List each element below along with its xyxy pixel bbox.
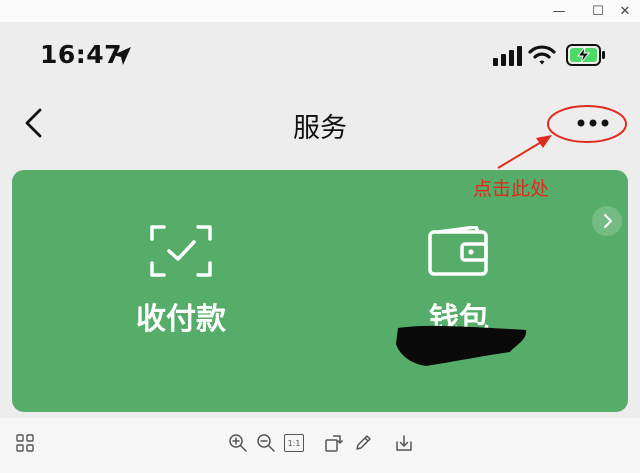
more-options-icon[interactable] bbox=[576, 118, 610, 128]
redaction-scribble bbox=[396, 325, 527, 366]
battery-charging-icon bbox=[566, 44, 605, 66]
edit-icon[interactable] bbox=[353, 433, 373, 453]
window-title-bar: — ☐ ✕ bbox=[0, 0, 640, 22]
phone-screenshot: 16:47 服务 收付款 钱包 点击此处 bbox=[0, 22, 640, 418]
pay-receive-label[interactable]: 收付款 bbox=[106, 294, 256, 338]
download-icon[interactable] bbox=[394, 433, 414, 453]
actual-size-label: 1:1 bbox=[287, 438, 301, 448]
actual-size-icon[interactable]: 1:1 bbox=[284, 434, 304, 452]
rotate-icon[interactable] bbox=[324, 433, 344, 453]
maximize-icon[interactable]: ☐ bbox=[585, 0, 611, 22]
wallet-icon[interactable] bbox=[428, 226, 490, 276]
cellular-signal-icon bbox=[493, 46, 522, 66]
annotation-text: 点击此处 bbox=[473, 178, 550, 200]
location-arrow-icon bbox=[113, 47, 131, 65]
grid-icon[interactable] bbox=[15, 433, 35, 453]
close-icon[interactable]: ✕ bbox=[612, 0, 638, 22]
scan-check-icon[interactable] bbox=[150, 225, 212, 277]
zoom-in-icon[interactable] bbox=[228, 433, 248, 453]
card-chevron-right-icon[interactable] bbox=[592, 206, 622, 236]
wifi-icon bbox=[528, 45, 556, 65]
viewer-toolbar: 1:1 bbox=[0, 418, 640, 473]
page-title: 服务 bbox=[293, 113, 347, 144]
zoom-out-icon[interactable] bbox=[256, 433, 276, 453]
service-card bbox=[12, 170, 628, 412]
minimize-icon[interactable]: — bbox=[546, 0, 572, 22]
